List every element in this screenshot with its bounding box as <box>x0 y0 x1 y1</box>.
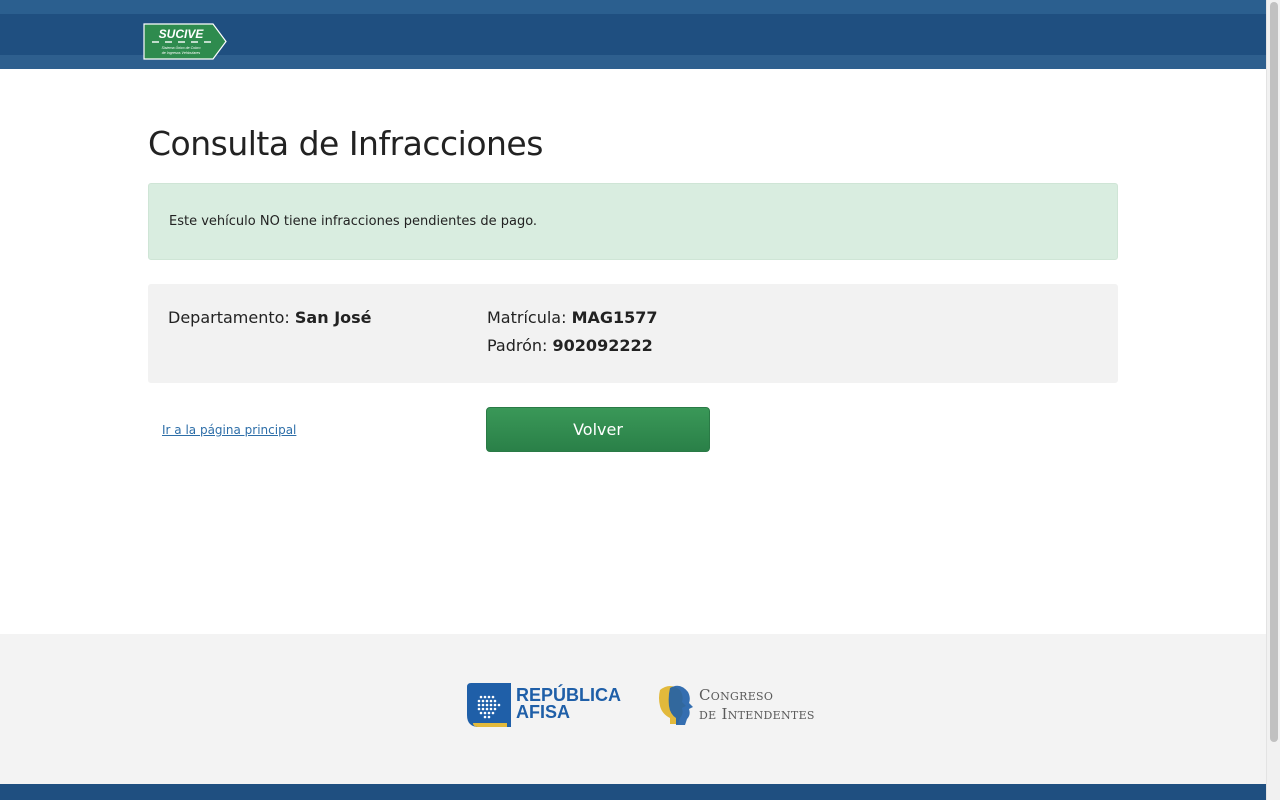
departamento-row: Departamento: San José <box>168 308 372 327</box>
site-header: SUCIVE Sistema Único de Cobro de Ingreso… <box>0 0 1266 69</box>
congreso-line-2: de Intendentes <box>699 705 815 723</box>
status-alert: Este vehículo NO tiene infracciones pend… <box>148 183 1118 260</box>
svg-text:de Ingresos Vehiculares: de Ingresos Vehiculares <box>162 51 201 55</box>
logo-text: SUCIVE <box>159 27 205 41</box>
padron-label: Padrón: <box>487 336 548 355</box>
congreso-profiles-icon <box>659 685 693 725</box>
scrollbar-thumb[interactable] <box>1270 2 1278 742</box>
padron-value: 902092222 <box>552 336 653 355</box>
footer-bottom-bar <box>0 784 1266 800</box>
page-title: Consulta de Infracciones <box>148 124 543 163</box>
home-link[interactable]: Ir a la página principal <box>162 423 296 437</box>
afisa-line-2: AFISA <box>516 702 570 722</box>
congreso-intendentes-logo[interactable]: Congreso de Intendentes <box>656 684 836 726</box>
svg-text:Sistema Único de Cobro: Sistema Único de Cobro <box>162 45 201 50</box>
sucive-logo[interactable]: SUCIVE Sistema Único de Cobro de Ingreso… <box>143 23 227 60</box>
afisa-icon <box>467 683 511 727</box>
departamento-value: San José <box>294 308 372 327</box>
matricula-row: Matrícula: MAG1577 <box>487 308 658 327</box>
site-footer <box>0 634 1266 784</box>
republica-afisa-logo[interactable]: REPÚBLICA AFISA <box>467 683 621 727</box>
status-message: Este vehículo NO tiene infracciones pend… <box>169 214 538 229</box>
vehicle-info-panel: Departamento: San José Matrícula: MAG157… <box>148 284 1118 383</box>
matricula-label: Matrícula: <box>487 308 567 327</box>
departamento-label: Departamento: <box>168 308 290 327</box>
vertical-scrollbar[interactable] <box>1266 0 1280 800</box>
matricula-value: MAG1577 <box>571 308 658 327</box>
page-viewport: SUCIVE Sistema Único de Cobro de Ingreso… <box>0 0 1266 800</box>
padron-row: Padrón: 902092222 <box>487 336 653 355</box>
afisa-wordmark: REPÚBLICA AFISA <box>516 686 621 722</box>
sucive-logo-graphic: SUCIVE Sistema Único de Cobro de Ingreso… <box>143 23 227 60</box>
congreso-wordmark: Congreso de Intendentes <box>699 686 815 724</box>
congreso-line-1: Congreso <box>699 686 774 704</box>
back-button[interactable]: Volver <box>486 407 710 452</box>
